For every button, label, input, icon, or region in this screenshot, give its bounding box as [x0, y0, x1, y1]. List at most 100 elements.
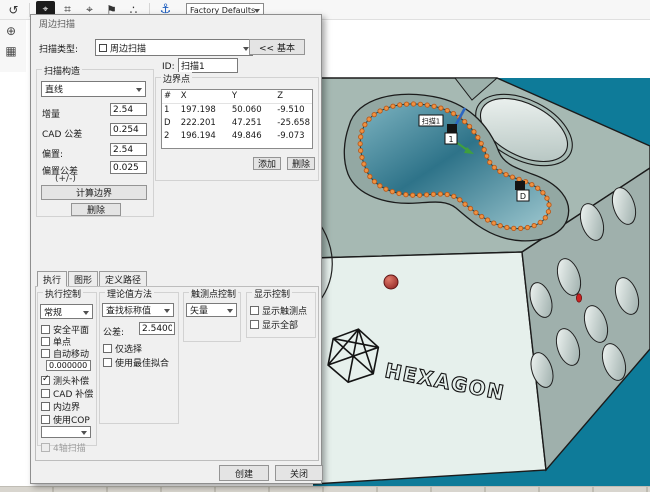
cad-tolerance-label: CAD 公差: [42, 127, 82, 140]
cell: 49.846: [230, 130, 275, 143]
display-control-label: 显示控制: [252, 287, 292, 300]
basic-toggle-button[interactable]: << 基本: [249, 39, 305, 55]
probe-pin-icon[interactable]: ⊕: [2, 22, 20, 40]
exec-mode-value: 常规: [44, 305, 62, 318]
col-y: Y: [230, 90, 275, 104]
checkbox-4axis-scan: 4轴扫描: [41, 441, 86, 454]
table-header-row: # X Y Z: [162, 90, 312, 104]
table-row[interactable]: 2 196.194 49.846 -9.073: [162, 130, 312, 143]
checkbox-auto-move[interactable]: 自动移动: [41, 347, 89, 360]
checkbox-label: 测头补偿: [53, 374, 89, 387]
checkbox-label: 仅选择: [115, 342, 142, 355]
scan-type-value: 周边扫描: [110, 41, 146, 54]
col-x: X: [179, 90, 230, 104]
chevron-down-icon: [81, 431, 87, 438]
chevron-down-icon: [136, 88, 142, 95]
offset-field[interactable]: [110, 143, 147, 156]
direction-flag: [515, 181, 525, 190]
checkbox-probe-comp[interactable]: 测头补偿: [41, 374, 89, 387]
cop-dropdown[interactable]: [41, 426, 91, 438]
auto-move-field[interactable]: [46, 360, 91, 371]
chevron-down-icon: [164, 309, 170, 316]
checkbox-label: 使用最佳拟合: [115, 356, 169, 369]
checkbox-label: 使用COP: [53, 413, 90, 426]
table-row[interactable]: 1 197.198 50.060 -9.510: [162, 104, 312, 118]
cell: -9.073: [275, 130, 312, 143]
cell: 50.060: [230, 104, 275, 118]
checkbox-box: [103, 344, 112, 353]
right-face-red-dot: [576, 294, 581, 302]
direction-tag: D: [520, 192, 526, 201]
hit-control-group: 触测点控制: [183, 292, 241, 342]
side-toolbar: ⊕ ▦: [0, 20, 26, 72]
tab-execute[interactable]: 执行: [37, 271, 67, 287]
col-index: #: [162, 90, 179, 104]
exec-mode-dropdown[interactable]: 常规: [40, 304, 93, 319]
delete-point-button[interactable]: 删除: [287, 157, 315, 170]
checkbox-label: 显示触测点: [262, 304, 307, 317]
cell: 196.194: [179, 130, 230, 143]
checkbox-box: [41, 415, 50, 424]
start-flag: [447, 124, 457, 133]
offset-tolerance-field[interactable]: [110, 161, 147, 174]
boundary-points-table[interactable]: # X Y Z 1 197.198 50.060 -9.510 D 222.20…: [161, 89, 313, 149]
tolerance-field[interactable]: [139, 322, 175, 335]
boundary-points-label: 边界点: [161, 72, 192, 85]
col-z: Z: [275, 90, 312, 104]
dialog-title: 周边扫描: [39, 17, 75, 30]
offset-label: 偏置:: [42, 147, 63, 160]
checkbox-show-hits[interactable]: 显示触测点: [250, 304, 307, 317]
construct-method-value: 直线: [45, 83, 63, 96]
table-row[interactable]: D 222.201 47.251 -25.658: [162, 117, 312, 130]
cad-tolerance-field[interactable]: [110, 123, 147, 136]
checkbox-label: 自动移动: [53, 347, 89, 360]
cell: 2: [162, 130, 179, 143]
construct-method-dropdown[interactable]: 直线: [41, 81, 146, 97]
checkbox-best-fit[interactable]: 使用最佳拟合: [103, 356, 169, 369]
checkbox-box: [103, 358, 112, 367]
close-button[interactable]: 关闭: [275, 465, 323, 481]
checkbox-select-only[interactable]: 仅选择: [103, 342, 142, 355]
grid-mode-icon[interactable]: ▦: [2, 42, 20, 60]
nominal-method-label: 理论值方法: [105, 287, 154, 300]
create-button[interactable]: 创建: [219, 465, 269, 481]
scan-type-dropdown[interactable]: 周边扫描: [95, 39, 253, 56]
red-sphere: [384, 275, 398, 289]
scan-type-label: 扫描类型:: [39, 42, 78, 55]
checkbox-label: 4轴扫描: [53, 441, 86, 454]
checkbox-inner-boundary[interactable]: 内边界: [41, 400, 80, 413]
hit-mode-dropdown[interactable]: 矢量: [186, 303, 237, 317]
increment-field[interactable]: [110, 103, 147, 116]
tolerance-label: 公差:: [103, 325, 124, 338]
add-point-button[interactable]: 添加: [253, 157, 281, 170]
increment-label: 增量: [42, 107, 60, 120]
checkbox-box: [41, 349, 50, 358]
checkbox-box: [41, 443, 50, 452]
cell: 222.201: [179, 117, 230, 130]
checkbox-show-all[interactable]: 显示全部: [250, 318, 298, 331]
cell: D: [162, 117, 179, 130]
checkbox-box: [41, 402, 50, 411]
id-field[interactable]: [178, 58, 238, 73]
nominal-method-dropdown[interactable]: 查找标称值: [102, 303, 174, 317]
checkbox-cad-comp[interactable]: CAD 补偿: [41, 387, 93, 400]
cell: 47.251: [230, 117, 275, 130]
rotate-view-icon[interactable]: ↺: [4, 1, 23, 19]
3d-viewport[interactable]: HEXAGON 扫描1 1 D: [313, 70, 650, 486]
cell: -9.510: [275, 104, 312, 118]
cell: 197.198: [179, 104, 230, 118]
hit-control-label: 触测点控制: [189, 287, 238, 300]
checkbox-use-cop[interactable]: 使用COP: [41, 413, 90, 426]
chevron-down-icon: [227, 309, 233, 316]
checkbox-label: CAD 补偿: [53, 387, 93, 400]
tab-define-path[interactable]: 定义路径: [99, 271, 147, 286]
checkbox-box: [41, 337, 50, 346]
checkbox-box: [41, 376, 50, 385]
start-tag: 1: [448, 135, 453, 144]
checkbox-label: 内边界: [53, 400, 80, 413]
construct-delete-button[interactable]: 删除: [71, 203, 121, 216]
exec-control-label: 执行控制: [43, 287, 83, 300]
tab-graphics[interactable]: 图形: [68, 271, 98, 286]
cell: 1: [162, 104, 179, 118]
calculate-boundary-button[interactable]: 计算边界: [41, 185, 147, 200]
